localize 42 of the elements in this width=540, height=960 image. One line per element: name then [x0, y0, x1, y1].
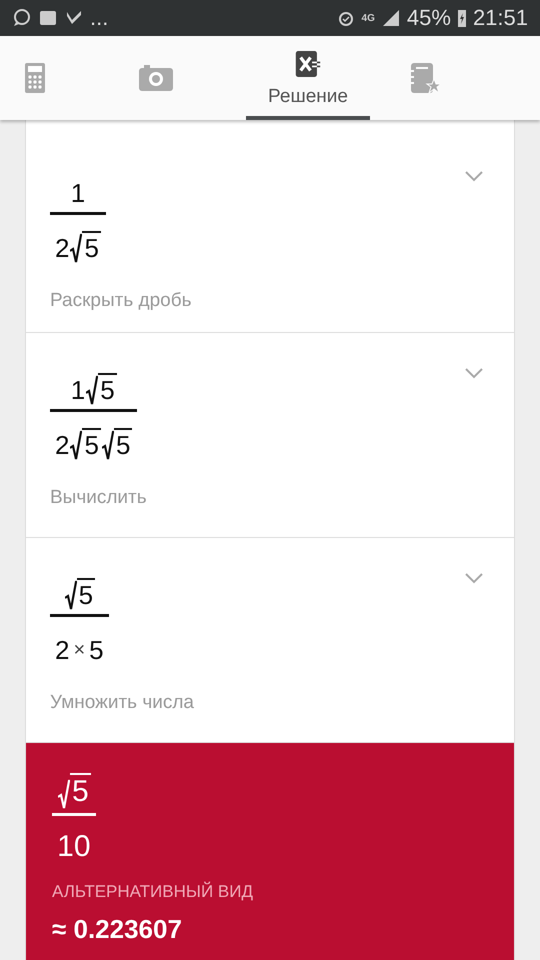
camera-icon: [138, 62, 174, 94]
step-caption: Вычислить: [50, 487, 148, 509]
clock: 21:51: [472, 5, 528, 31]
math-term: 5: [89, 635, 104, 665]
math-term: 2: [55, 635, 70, 665]
math-term: 5: [98, 373, 117, 405]
calculator-icon: [22, 62, 48, 94]
math-term: 5: [82, 428, 101, 460]
step-caption: Умножить числа: [50, 692, 195, 714]
math-term: 2: [55, 233, 70, 263]
radical-sign-icon: [70, 233, 82, 265]
more-indicator: ...: [90, 5, 108, 31]
step-caption: Раскрыть дробь: [50, 290, 193, 312]
decimal-value: ≈ 0.223607: [52, 914, 182, 945]
chat-icon: [12, 8, 32, 28]
math-term: 5: [82, 231, 101, 263]
alternative-form-label: АЛЬТЕРНАТИВНЫЙ ВИД: [52, 882, 253, 902]
math-term: 5: [70, 773, 91, 809]
signal-icon: [380, 8, 401, 28]
math-term: 10: [57, 830, 91, 864]
radical-sign-icon: [58, 779, 70, 811]
chevron-down-icon[interactable]: [464, 367, 484, 379]
radical-sign-icon: [70, 430, 82, 462]
radical-sign-icon: [64, 580, 77, 612]
math-term: 5: [114, 428, 132, 460]
solution-icon: [295, 48, 321, 80]
battery-percent: 45%: [406, 5, 451, 31]
math-term: ×: [73, 638, 86, 663]
network-type: 4G: [362, 12, 375, 24]
app-icon: [38, 8, 58, 28]
math-term: 5: [76, 578, 96, 610]
radical-sign-icon: [102, 430, 114, 462]
math-term: 2: [55, 430, 70, 460]
chevron-down-icon[interactable]: [464, 170, 484, 182]
math-term: 1: [70, 375, 86, 405]
solution-step[interactable]: 1 5 2 5 5 Вычислить: [26, 333, 514, 538]
chevron-down-icon[interactable]: [464, 572, 484, 584]
notebook-star-icon: [408, 62, 442, 94]
math-term: 1: [70, 178, 86, 208]
radical-sign-icon: [86, 375, 98, 407]
battery-icon: [456, 8, 467, 28]
solution-step[interactable]: 1 2 5 Раскрыть дробь: [26, 120, 514, 333]
